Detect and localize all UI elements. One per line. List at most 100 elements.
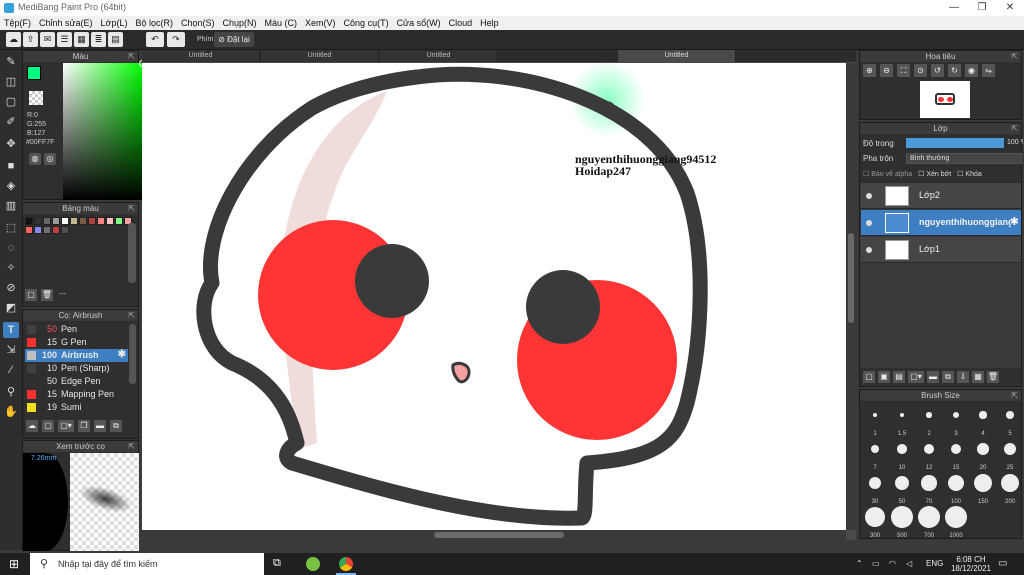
new-halftone-layer-icon[interactable]: ▣ [878, 371, 890, 383]
new-brush-icon[interactable]: ▢ [42, 420, 54, 432]
menu-tools[interactable]: Công cụ(T) [344, 18, 389, 28]
palette-swatch[interactable] [25, 217, 33, 225]
add-brush-icon[interactable]: ▢▾ [58, 420, 74, 432]
folder-icon[interactable]: ▬ [94, 420, 106, 432]
pin-icon[interactable]: ⇱ [128, 441, 135, 452]
palette-swatch[interactable] [97, 217, 105, 225]
maximize-button[interactable]: ❐ [968, 0, 996, 16]
gear-icon[interactable]: ✱ [1010, 215, 1019, 228]
grid-icon[interactable]: ▦ [74, 32, 89, 47]
brush-size-option[interactable]: 4 [970, 403, 996, 437]
delete-layer-icon[interactable]: 🗑 [987, 371, 999, 383]
list-icon[interactable]: ≣ [91, 32, 106, 47]
tab-untitled-3[interactable]: Untitled [380, 50, 498, 62]
hand-tool-icon[interactable]: ✋ [3, 404, 19, 420]
palette-swatch[interactable] [43, 217, 51, 225]
palette-swatch[interactable] [34, 217, 42, 225]
comment-icon[interactable]: ✉ [40, 32, 55, 47]
gradient-tool-icon[interactable]: ▥ [3, 198, 19, 214]
tab-untitled-2[interactable]: Untitled [261, 50, 379, 62]
pin-icon[interactable]: ⇱ [1011, 390, 1018, 401]
lasso-tool-icon[interactable]: ◌ [3, 240, 19, 256]
delete-palette-icon[interactable]: 🗑 [41, 289, 53, 301]
divide-tool-icon[interactable]: ⁄ [3, 362, 19, 378]
fill-tool-icon[interactable]: ◈ [3, 178, 19, 194]
palette-swatch[interactable] [61, 217, 69, 225]
flip-icon[interactable]: ⇋ [982, 64, 995, 77]
fit-icon[interactable]: ⛶ [897, 64, 910, 77]
vertical-scroll-thumb[interactable] [848, 233, 854, 323]
pin-icon[interactable]: ⇱ [1011, 51, 1018, 62]
move-tool-icon[interactable]: ✥ [3, 136, 19, 152]
notification-icon[interactable]: ▭ [998, 558, 1007, 569]
brush-item-sumi[interactable]: 19 Sumi [25, 401, 128, 414]
select-eraser-icon[interactable]: ◩ [3, 300, 19, 316]
brush-item-edge-pen[interactable]: 50 Edge Pen [25, 375, 128, 388]
duplicate-brush-icon[interactable]: ❐ [78, 420, 90, 432]
windows-start-icon[interactable]: ⊞ [9, 558, 21, 570]
horizontal-scroll-thumb[interactable] [434, 532, 564, 538]
foreground-color-swatch[interactable] [27, 66, 41, 80]
menu-cloud[interactable]: Cloud [449, 18, 473, 28]
brush-item-g-pen[interactable]: 15 G Pen [25, 336, 128, 349]
operation-tool-icon[interactable]: ⇲ [3, 342, 19, 358]
battery-icon[interactable]: ▭ [872, 559, 880, 568]
gear-icon[interactable]: ✱ [118, 349, 126, 360]
cloud-icon[interactable]: ☁ [6, 32, 21, 47]
reset-view-icon[interactable]: ◉ [965, 64, 978, 77]
brush-size-option[interactable]: 200 [997, 471, 1023, 505]
eraser-tool-icon[interactable]: ◫ [3, 74, 19, 90]
palette-scrollbar[interactable] [128, 223, 136, 283]
undo-button[interactable]: ↶ [146, 32, 164, 47]
tray-chevron-icon[interactable]: ⌃ [856, 559, 863, 568]
task-view-icon[interactable]: ⧉ [273, 557, 281, 570]
reset-button[interactable]: ⊘ Đặt lại [214, 32, 254, 47]
brush-size-option[interactable]: 1.5 [889, 403, 915, 437]
menu-snap[interactable]: Chụp(N) [223, 18, 257, 28]
palette-swatch[interactable] [61, 226, 69, 234]
color-wheel-icon[interactable]: ◎ [44, 153, 56, 165]
brush-item-pen[interactable]: 50 Pen [25, 323, 128, 336]
pin-icon[interactable]: ⇱ [128, 51, 135, 62]
duplicate-layer-icon[interactable]: ⧉ [942, 371, 954, 383]
protect-alpha-checkbox[interactable]: ☐ Bảo vệ alpha [863, 170, 912, 178]
tab-untitled-1[interactable]: Untitled [142, 50, 260, 62]
share-icon[interactable]: ⇪ [23, 32, 38, 47]
layer-row-active[interactable]: nguyenthihuonggiang ✱ [861, 210, 1021, 236]
menu-filter[interactable]: Bộ lọc(R) [135, 18, 173, 28]
brush-size-option[interactable]: 700 [916, 505, 942, 539]
brush-size-option[interactable]: 1000 [943, 505, 969, 539]
pin-icon[interactable]: ⇱ [1011, 123, 1018, 134]
brush-size-option[interactable]: 25 [997, 437, 1023, 471]
navigator-thumbnail[interactable] [920, 81, 970, 118]
redo-button[interactable]: ↷ [167, 32, 185, 47]
menu-select[interactable]: Chọn(S) [181, 18, 215, 28]
language-indicator[interactable]: ENG [926, 559, 943, 568]
brush-size-option[interactable]: 3 [943, 403, 969, 437]
chrome-taskbar-icon[interactable] [339, 557, 353, 571]
brush-size-option[interactable]: 150 [970, 471, 996, 505]
brush-item-airbrush[interactable]: 100 Airbrush ✱ [25, 349, 128, 362]
menu-color[interactable]: Màu (C) [265, 18, 298, 28]
menu-view[interactable]: Xem(V) [305, 18, 336, 28]
brush-size-option[interactable]: 15 [943, 437, 969, 471]
visibility-icon[interactable] [866, 247, 872, 253]
palette-swatch[interactable] [88, 217, 96, 225]
volume-icon[interactable]: ◁ [906, 559, 912, 568]
dot-tool-icon[interactable]: ▢ [3, 94, 19, 110]
brush-item-pen-sharp[interactable]: 10 Pen (Sharp) [25, 362, 128, 375]
palette-mode-icon[interactable]: ◍ [29, 153, 41, 165]
add-layer-menu-icon[interactable]: ▢▾ [908, 371, 924, 383]
horizontal-scrollbar[interactable] [142, 530, 846, 540]
drawing-canvas[interactable]: nguyenthihuonggiang94512 Hoidap247 [142, 63, 846, 530]
menu-window[interactable]: Cửa sổ(W) [397, 18, 441, 28]
brush-size-option[interactable]: 20 [970, 437, 996, 471]
palette-swatch[interactable] [79, 217, 87, 225]
chat-icon[interactable]: ☰ [57, 32, 72, 47]
close-button[interactable]: ✕ [996, 0, 1024, 16]
actual-size-icon[interactable]: ⊙ [914, 64, 927, 77]
visibility-icon[interactable] [866, 220, 872, 226]
layer-row[interactable]: Lớp2 [861, 183, 1021, 209]
opacity-slider[interactable] [906, 138, 1004, 148]
brush-scrollbar[interactable] [129, 324, 136, 384]
